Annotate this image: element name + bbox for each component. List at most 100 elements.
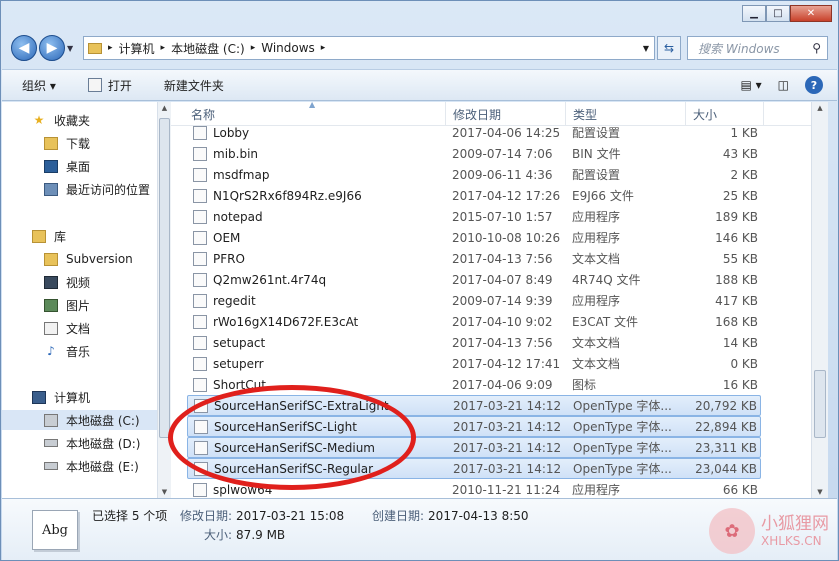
column-divider[interactable] [763, 102, 764, 126]
file-row[interactable]: Q2mw261nt.4r74q 2017-04-07 8:49 4R74Q 文件 18… [187, 269, 761, 290]
file-icon [193, 356, 207, 371]
nav-favorites[interactable]: ★ 收藏夹 [2, 110, 157, 130]
organize-button[interactable]: 组织 ▾ [22, 77, 56, 94]
explorer-window: ▁ □ ✕ ◀ ▶ ▼ ▸ 计算机 ▸ 本地磁盘 (C:) ▸ Windows … [0, 0, 839, 561]
nav-label: 本地磁盘 (D:) [66, 436, 141, 451]
file-date: 2017-04-06 14:25 [452, 125, 561, 140]
column-size[interactable]: 大小 [693, 106, 717, 123]
file-row[interactable]: SourceHanSerifSC-ExtraLight 2017-03-21 14… [187, 395, 761, 416]
forward-button[interactable]: ▶ [39, 35, 65, 61]
breadcrumb-separator[interactable]: ▸ [108, 43, 113, 53]
file-row[interactable]: PFRO 2017-04-13 7:56 文本文档 55 KB [187, 248, 761, 269]
file-row[interactable]: rWo16gX14D672F.E3cAt 2017-04-10 9:02 E3CAT… [187, 311, 761, 332]
file-date: 2017-03-21 14:12 [453, 461, 562, 476]
nav-drive-d[interactable]: 本地磁盘 (D:) [2, 433, 157, 453]
nav-drive-c[interactable]: 本地磁盘 (C:) [2, 410, 157, 430]
file-row[interactable]: SourceHanSerifSC-Light 2017-03-21 14:12 Op… [187, 416, 761, 437]
scroll-down-arrow[interactable]: ▼ [812, 488, 828, 496]
breadcrumb-separator[interactable]: ▸ [161, 43, 166, 53]
nav-label: 收藏夹 [54, 113, 91, 128]
nav-libraries[interactable]: 库 [2, 226, 157, 246]
fox-logo-icon: ✿ [709, 508, 755, 554]
selection-count: 已选择 5 个项 [92, 509, 168, 523]
file-row[interactable]: N1QrS2Rx6f894Rz.e9J66 2017-04-12 17:26 E9J… [187, 185, 761, 206]
help-icon[interactable]: ? [805, 76, 823, 94]
file-row[interactable]: SourceHanSerifSC-Medium 2017-03-21 14:12 O… [187, 437, 761, 458]
file-row[interactable]: ShortCut 2017-04-06 9:09 图标 16 KB [187, 374, 761, 395]
file-row[interactable]: regedit 2009-07-14 9:39 应用程序 417 KB [187, 290, 761, 311]
scroll-down-arrow[interactable]: ▼ [158, 488, 171, 496]
file-row[interactable]: OEM 2010-10-08 10:26 应用程序 146 KB [187, 227, 761, 248]
navigation-pane: ★ 收藏夹 下载 桌面 最近访问的位置 库 Subversion 视频 图片 文档… [2, 102, 157, 498]
back-button[interactable]: ◀ [11, 35, 37, 61]
close-button[interactable]: ✕ [790, 5, 832, 22]
file-icon [193, 125, 207, 140]
nav-recent-places[interactable]: 最近访问的位置 [2, 179, 157, 199]
file-row[interactable]: SourceHanSerifSC-Regular 2017-03-21 14:12… [187, 458, 761, 479]
nav-pictures[interactable]: 图片 [2, 295, 157, 315]
file-name: Lobby [213, 125, 250, 140]
scroll-up-arrow[interactable]: ▲ [812, 104, 828, 112]
nav-computer[interactable]: 计算机 [2, 387, 157, 407]
nav-label: 图片 [66, 298, 91, 313]
column-type[interactable]: 类型 [573, 106, 597, 123]
nav-label: 音乐 [66, 344, 91, 359]
minimize-button[interactable]: ▁ [742, 5, 766, 22]
navigation-scrollbar[interactable]: ▲ ▼ [157, 102, 171, 498]
font-file-icon [194, 419, 208, 434]
search-input[interactable]: 搜索 Windows ⚲ [687, 36, 828, 60]
scroll-up-arrow[interactable]: ▲ [158, 104, 171, 112]
file-size: 16 KB [722, 377, 758, 392]
search-icon[interactable]: ⚲ [812, 41, 821, 55]
breadcrumb-separator[interactable]: ▸ [251, 43, 256, 53]
new-folder-button[interactable]: 新建文件夹 [164, 77, 224, 94]
nav-documents[interactable]: 文档 [2, 318, 157, 338]
file-row[interactable]: setupact 2017-04-13 7:56 文本文档 14 KB [187, 332, 761, 353]
file-list-scrollbar[interactable]: ▲ ▼ [811, 102, 828, 498]
nav-subversion[interactable]: Subversion [2, 249, 157, 269]
file-size: 188 KB [715, 272, 758, 287]
preview-pane-icon[interactable]: ◫ [778, 78, 789, 92]
computer-icon [32, 390, 46, 404]
file-row[interactable]: mib.bin 2009-07-14 7:06 BIN 文件 43 KB [187, 143, 761, 164]
nav-music[interactable]: ♪ 音乐 [2, 341, 157, 361]
breadcrumb-drive-c[interactable]: 本地磁盘 (C:) [171, 40, 245, 57]
column-date-modified[interactable]: 修改日期 [453, 106, 501, 123]
file-type: 应用程序 [572, 210, 621, 224]
view-options-icon[interactable]: ▤ ▾ [740, 78, 761, 92]
file-row[interactable]: notepad 2015-07-10 1:57 应用程序 189 KB [187, 206, 761, 227]
file-size: 66 KB [722, 482, 758, 497]
scrollbar-thumb[interactable] [814, 370, 826, 438]
file-row[interactable]: Lobby 2017-04-06 14:25 配置设置 1 KB [187, 122, 761, 143]
nav-drive-e[interactable]: 本地磁盘 (E:) [2, 456, 157, 476]
file-name: SourceHanSerifSC-Light [214, 419, 357, 434]
file-row[interactable]: splwow64 2010-11-21 11:24 应用程序 66 KB [187, 479, 761, 500]
breadcrumb-windows[interactable]: Windows [261, 41, 315, 55]
open-button[interactable]: 打开 [87, 77, 132, 94]
file-type: 文本文档 [572, 357, 621, 371]
nav-downloads[interactable]: 下载 [2, 133, 157, 153]
file-row[interactable]: msdfmap 2009-06-11 4:36 配置设置 2 KB [187, 164, 761, 185]
breadcrumb-computer[interactable]: 计算机 [119, 40, 155, 57]
file-row[interactable]: setuperr 2017-04-12 17:41 文本文档 0 KB [187, 353, 761, 374]
column-name[interactable]: 名称 [191, 106, 215, 123]
file-list-pane: ▲ 名称 修改日期 类型 大小 Lobby 2017-04-06 14:25 配置设… [171, 100, 825, 500]
file-size: 23,311 KB [695, 440, 757, 455]
nav-videos[interactable]: 视频 [2, 272, 157, 292]
file-date: 2017-03-21 14:12 [453, 398, 562, 413]
refresh-button[interactable]: ⇆ [657, 36, 681, 60]
maximize-button[interactable]: □ [766, 5, 790, 22]
nav-desktop[interactable]: 桌面 [2, 156, 157, 176]
file-icon [193, 209, 207, 224]
breadcrumb-separator[interactable]: ▸ [321, 43, 326, 53]
file-name: mib.bin [213, 146, 259, 161]
file-icon [193, 272, 207, 287]
file-size: 23,044 KB [695, 461, 757, 476]
scrollbar-thumb[interactable] [159, 118, 170, 438]
recent-pages-dropdown[interactable]: ▼ [67, 44, 79, 53]
file-type: 应用程序 [572, 483, 621, 497]
chevron-down-icon[interactable]: ▼ [638, 44, 654, 53]
address-field[interactable]: ▸ 计算机 ▸ 本地磁盘 (C:) ▸ Windows ▸ ▼ [83, 36, 655, 60]
library-icon [32, 229, 46, 243]
file-date: 2015-07-10 1:57 [452, 209, 553, 224]
